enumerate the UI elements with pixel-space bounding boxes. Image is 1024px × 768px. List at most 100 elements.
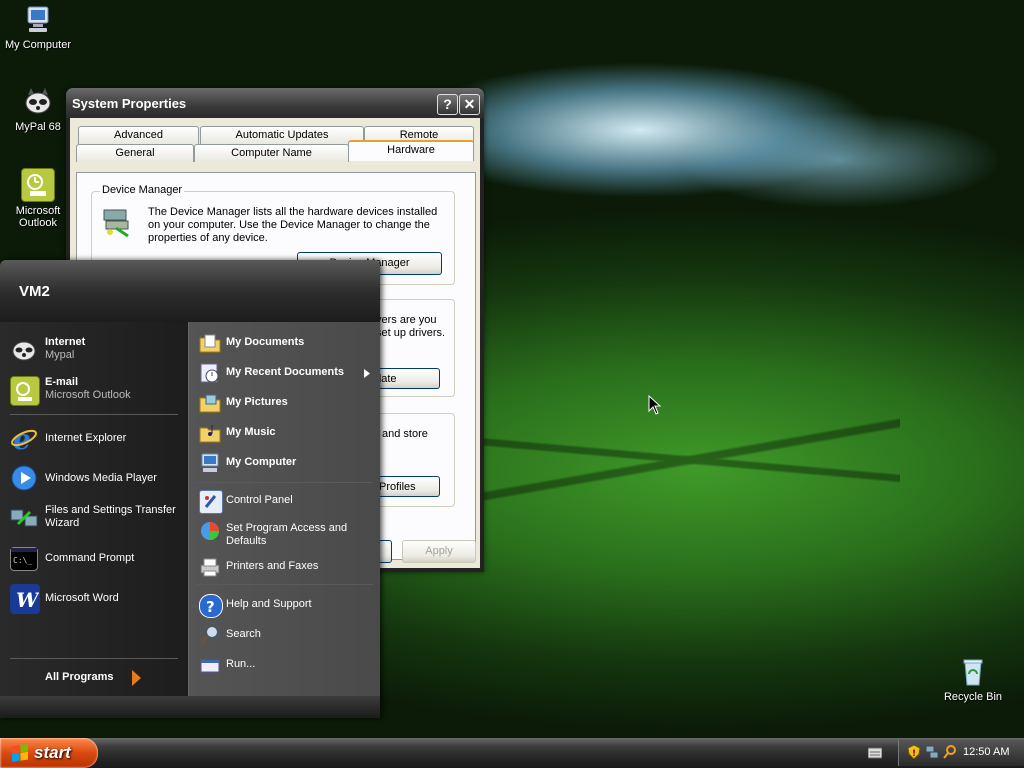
word-icon: W (10, 584, 41, 614)
submenu-arrow-icon (364, 369, 370, 378)
desktop-icon-my-computer[interactable]: My Computer (0, 4, 76, 51)
keyboard-icon[interactable] (868, 747, 882, 759)
menu-set-program-access[interactable]: Set Program Access and Defaults (199, 520, 369, 550)
svg-text:C:\_: C:\_ (13, 556, 32, 565)
program-label: Files and Settings Transfer Wizard (45, 504, 176, 529)
separator (197, 482, 373, 483)
tab-automatic-updates[interactable]: Automatic Updates (200, 126, 364, 144)
program-windows-media-player[interactable]: Windows Media Player (10, 464, 185, 494)
program-access-icon (199, 520, 221, 542)
search-icon (199, 624, 221, 646)
raccoon-icon (22, 86, 54, 118)
program-command-prompt[interactable]: C:\_ Command Prompt (10, 544, 185, 574)
windows-logo-icon (12, 743, 28, 763)
recent-documents-icon (199, 362, 221, 384)
program-label: Windows Media Player (45, 472, 157, 484)
svg-text:?: ? (206, 598, 215, 616)
start-button[interactable]: start (0, 738, 98, 768)
folder-pictures-icon (199, 392, 221, 414)
menu-label: Help and Support (226, 598, 312, 610)
folder-music-icon (199, 422, 221, 444)
menu-my-music[interactable]: My Music (199, 422, 369, 446)
raccoon-icon (10, 336, 38, 364)
menu-label: My Pictures (226, 396, 288, 408)
run-icon (199, 654, 221, 676)
start-menu-left-pane: Internet Mypal E-mail Microsoft Outlook … (0, 322, 188, 696)
device-manager-icon (103, 209, 129, 238)
pinned-email-sub: Microsoft Outlook (45, 389, 131, 401)
printer-icon (199, 556, 221, 578)
menu-label: My Computer (226, 456, 297, 468)
device-manager-description: The Device Manager lists all the hardwar… (148, 206, 438, 244)
outlook-icon (21, 168, 55, 202)
tab-computer-name[interactable]: Computer Name (194, 144, 349, 162)
window-title: System Properties (72, 96, 187, 111)
all-programs-button[interactable]: All Programs (45, 671, 113, 683)
apply-button[interactable]: Apply (402, 540, 476, 563)
menu-label: Control Panel (226, 494, 293, 506)
wallpaper-logo-shadow (480, 360, 900, 560)
pinned-internet-sub: Mypal (45, 349, 75, 361)
tab-advanced[interactable]: Advanced (78, 126, 199, 144)
menu-my-computer[interactable]: My Computer (199, 452, 369, 476)
taskbar: start ! 12:50 AM (0, 738, 1024, 768)
media-player-icon (10, 464, 38, 492)
security-shield-icon[interactable]: ! (907, 745, 921, 759)
desktop-icon-mypal[interactable]: MyPal 68 (0, 86, 76, 133)
program-microsoft-word[interactable]: W Microsoft Word (10, 584, 185, 614)
menu-my-recent-documents[interactable]: My Recent Documents (199, 362, 370, 386)
menu-label: My Documents (226, 336, 305, 348)
program-internet-explorer[interactable]: e Internet Explorer (10, 423, 185, 456)
menu-run[interactable]: Run... (199, 654, 369, 678)
user-name: VM2 (19, 283, 50, 300)
all-programs-arrow-icon (132, 670, 141, 686)
window-titlebar[interactable]: System Properties ? ✕ (66, 88, 484, 118)
pinned-internet[interactable]: Internet Mypal (10, 336, 185, 366)
control-panel-icon (199, 490, 223, 514)
start-menu[interactable]: VM2 Internet Mypal E-mail Microsoft Outl… (0, 260, 380, 718)
menu-my-pictures[interactable]: My Pictures (199, 392, 369, 416)
mouse-cursor-icon (648, 395, 662, 415)
tab-hardware[interactable]: Hardware (348, 140, 474, 161)
separator (10, 414, 178, 415)
menu-search[interactable]: Search (199, 624, 369, 648)
menu-label: Run... (226, 658, 256, 670)
close-button[interactable]: ✕ (459, 94, 480, 115)
program-label: Internet Explorer (45, 432, 127, 444)
recycle-bin-icon (957, 656, 989, 688)
start-menu-header: VM2 (0, 260, 380, 322)
help-button[interactable]: ? (437, 94, 458, 115)
program-files-settings-transfer[interactable]: Files and Settings Transfer Wizard (10, 504, 185, 534)
pinned-email[interactable]: E-mail Microsoft Outlook (10, 376, 185, 406)
svg-text:!: ! (912, 749, 916, 759)
menu-label: My Recent Documents (226, 366, 344, 378)
menu-control-panel[interactable]: Control Panel (199, 490, 369, 514)
search-icon[interactable] (943, 745, 957, 759)
separator (197, 584, 373, 585)
tab-general[interactable]: General (76, 144, 194, 162)
pinned-email-label: E-mail (45, 376, 79, 388)
network-icon[interactable] (925, 745, 939, 759)
menu-help-support[interactable]: ? Help and Support (199, 594, 369, 618)
menu-label: Search (226, 628, 261, 640)
start-menu-right-pane: My Documents My Recent Documents My Pict… (188, 322, 380, 696)
outlook-icon (10, 376, 40, 406)
device-manager-group-title: Device Manager (100, 184, 185, 196)
clock[interactable]: 12:50 AM (963, 746, 1009, 758)
menu-label: Set Program Access and Defaults (226, 522, 348, 547)
internet-explorer-icon: e (10, 423, 38, 456)
start-button-label: start (34, 743, 71, 762)
pinned-internet-label: Internet (45, 336, 86, 348)
menu-printers-faxes[interactable]: Printers and Faxes (199, 556, 369, 580)
desktop-icon-label: MyPal 68 (15, 121, 61, 133)
desktop-icon-outlook[interactable]: Microsoft Outlook (0, 168, 76, 229)
command-prompt-icon: C:\_ (10, 547, 38, 571)
desktop-icon-label: My Computer (4, 39, 72, 51)
desktop-icon-recycle-bin[interactable]: Recycle Bin (935, 656, 1011, 703)
desktop-icon-label: Recycle Bin (943, 691, 1003, 703)
menu-label: Printers and Faxes (226, 560, 319, 572)
transfer-wizard-icon (10, 504, 38, 532)
drivers-description: vers are you set up drivers. (376, 314, 446, 339)
folder-documents-icon (199, 332, 221, 354)
menu-my-documents[interactable]: My Documents (199, 332, 369, 356)
